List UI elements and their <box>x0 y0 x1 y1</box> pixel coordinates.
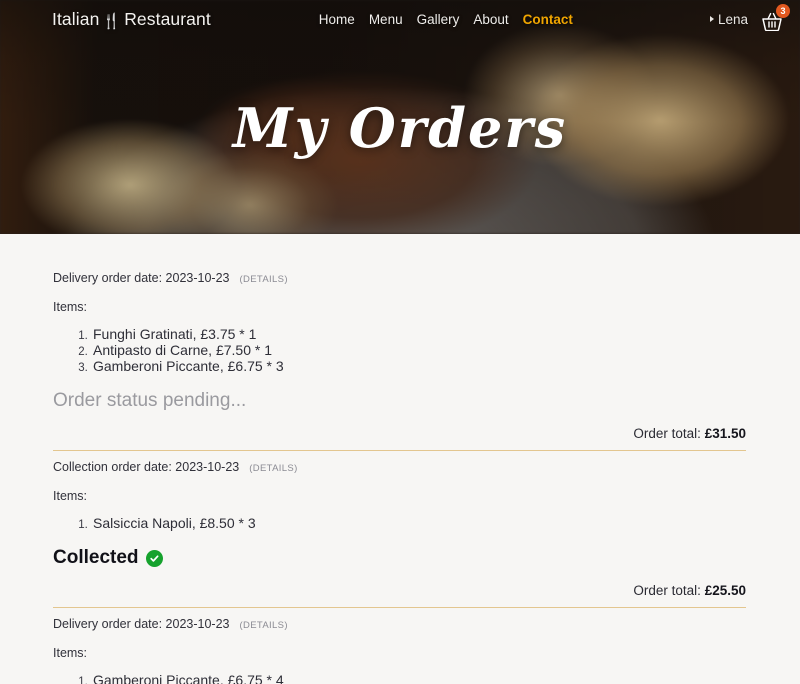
brand-text-right: Restaurant <box>124 8 211 29</box>
items-label: Items: <box>53 489 88 503</box>
nav-link-contact[interactable]: Contact <box>523 12 573 27</box>
order-total: Order total: £25.50 <box>53 583 746 598</box>
nav-link-menu[interactable]: Menu <box>369 12 403 27</box>
orders-list: Delivery order date: 2023-10-23 (DETAILS… <box>0 234 800 684</box>
brand-text-left: Italian <box>52 8 100 29</box>
order-date-label: Delivery order date: 2023-10-23 <box>53 617 230 631</box>
site-brand[interactable]: Italian 🍴 Restaurant <box>52 9 211 30</box>
order-item: Funghi Gratinati, £3.75 * 1 <box>91 326 746 342</box>
page-title: My Orders <box>232 96 568 160</box>
fork-knife-icon: 🍴 <box>102 12 122 30</box>
check-circle-icon <box>145 549 163 567</box>
order-item: Salsiccia Napoli, £8.50 * 3 <box>91 515 746 531</box>
order-details-link[interactable]: (DETAILS) <box>240 620 288 631</box>
cart-button[interactable]: 3 <box>760 4 790 31</box>
order-status: Order status pending... <box>53 390 746 412</box>
hero-banner: Italian 🍴 Restaurant Home Menu Gallery Abo… <box>0 0 800 234</box>
order-total-amount: £25.50 <box>704 583 746 598</box>
order-status: Collected <box>53 547 746 569</box>
order-header: Collection order date: 2023-10-23 (DETAI… <box>53 451 746 474</box>
caret-right-icon <box>709 16 714 22</box>
order-header: Delivery order date: 2023-10-23 (DETAILS… <box>53 608 746 631</box>
navbar-right: Lena 3 <box>709 4 790 31</box>
cart-badge-count: 3 <box>776 4 790 18</box>
order-status-text: Collected <box>53 547 139 568</box>
order-date-label: Delivery order date: 2023-10-23 <box>53 271 230 285</box>
order-total-amount: £31.50 <box>704 426 746 441</box>
order-item-list: Gamberoni Piccante, £6.75 * 4 Piccante, … <box>53 672 746 684</box>
order-item: Antipasto di Carne, £7.50 * 1 <box>91 342 746 358</box>
order-date-label: Collection order date: 2023-10-23 <box>53 460 240 474</box>
order-details-link[interactable]: (DETAILS) <box>249 463 297 474</box>
order-item-list: Salsiccia Napoli, £8.50 * 3 <box>53 515 746 531</box>
order-total-label: Order total: <box>633 583 701 598</box>
order-header: Delivery order date: 2023-10-23 (DETAILS… <box>53 262 746 285</box>
order-item-list: Funghi Gratinati, £3.75 * 1 Antipasto di… <box>53 326 746 374</box>
items-label: Items: <box>53 646 88 660</box>
order-card: Delivery order date: 2023-10-23 (DETAILS… <box>53 608 746 684</box>
items-label: Items: <box>53 300 88 314</box>
order-card: Delivery order date: 2023-10-23 (DETAILS… <box>53 262 746 451</box>
main-navbar: Italian 🍴 Restaurant Home Menu Gallery Abo… <box>0 0 800 38</box>
order-item: Gamberoni Piccante, £6.75 * 3 <box>91 358 746 374</box>
nav-links: Home Menu Gallery About Contact <box>319 12 573 27</box>
order-item: Gamberoni Piccante, £6.75 * 4 <box>91 672 746 684</box>
order-card: Collection order date: 2023-10-23 (DETAI… <box>53 451 746 608</box>
order-total: Order total: £31.50 <box>53 426 746 441</box>
order-details-link[interactable]: (DETAILS) <box>240 274 288 285</box>
user-name: Lena <box>717 11 748 27</box>
nav-link-gallery[interactable]: Gallery <box>417 12 460 27</box>
user-menu[interactable]: Lena <box>709 11 748 27</box>
order-total-label: Order total: <box>633 426 701 441</box>
nav-link-home[interactable]: Home <box>319 12 355 27</box>
order-status-text: Order status pending... <box>53 390 247 411</box>
nav-link-about[interactable]: About <box>473 12 508 27</box>
